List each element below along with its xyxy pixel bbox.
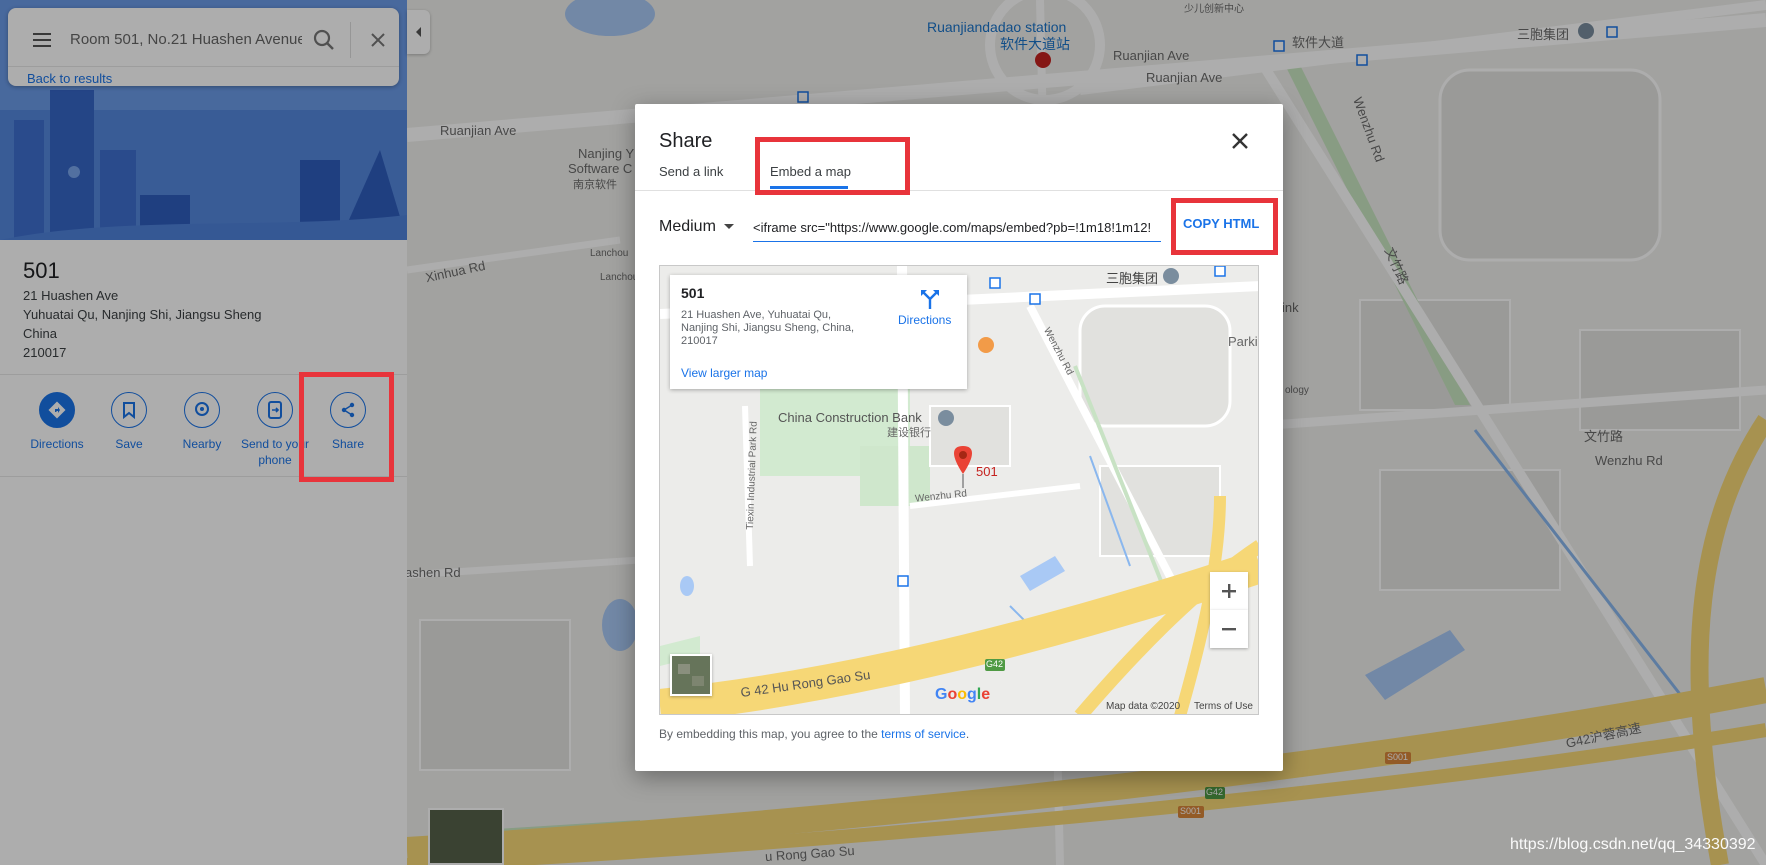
embed-map-preview[interactable]: 三胞集团 China Construction Bank 建设银行 501 We…: [659, 265, 1259, 715]
directions-icon[interactable]: [918, 287, 942, 311]
map-size-select[interactable]: Medium: [659, 218, 734, 236]
disclaimer-period: .: [965, 727, 970, 741]
highway-badge: G42: [986, 659, 1004, 669]
dialog-title: Share: [659, 130, 713, 152]
highlight-box-embed-tab: [755, 137, 910, 195]
embed-code-field[interactable]: [753, 214, 1161, 242]
embed-map-label: China Construction Bank: [778, 410, 922, 425]
terms-of-service-link[interactable]: terms of service: [881, 727, 966, 741]
marker-label: 501: [976, 464, 998, 479]
map-attribution: Map data ©2020: [1106, 701, 1181, 712]
zoom-out-button[interactable]: [1210, 610, 1248, 648]
caret-down-icon: [723, 224, 734, 230]
tab-divider: [635, 190, 1283, 191]
zoom-in-button[interactable]: [1210, 572, 1248, 610]
close-icon[interactable]: [1225, 126, 1255, 156]
map-size-value: Medium: [659, 218, 716, 235]
info-card-address: 21 Huashen Ave, Yuhuatai Qu, Nanjing Shi…: [681, 309, 855, 347]
view-larger-map-link[interactable]: View larger map: [681, 366, 767, 380]
info-card-directions-link[interactable]: Directions: [898, 313, 951, 327]
terms-of-use-link[interactable]: Terms of Use: [1194, 701, 1253, 712]
info-card-title: 501: [681, 285, 705, 301]
watermark: https://blog.csdn.net/qq_34330392: [1510, 836, 1756, 853]
embed-map-label: 建设银行: [887, 427, 931, 439]
plus-icon: [1222, 584, 1236, 598]
place-info-card: 501 21 Huashen Ave, Yuhuatai Qu, Nanjing…: [670, 275, 967, 389]
embed-map-label: 三胞集团: [1106, 271, 1159, 286]
embed-disclaimer: By embedding this map, you agree to the …: [659, 727, 969, 741]
tab-send-a-link[interactable]: Send a link: [659, 164, 723, 179]
satellite-layer-toggle[interactable]: [670, 654, 712, 696]
embed-map-label: Parki: [1228, 334, 1258, 349]
highlight-box-copy-html: [1171, 198, 1278, 255]
highlight-box-share: [299, 372, 394, 482]
minus-icon: [1222, 628, 1236, 631]
disclaimer-text: By embedding this map, you agree to the: [659, 727, 882, 741]
google-logo: Google: [935, 686, 991, 703]
